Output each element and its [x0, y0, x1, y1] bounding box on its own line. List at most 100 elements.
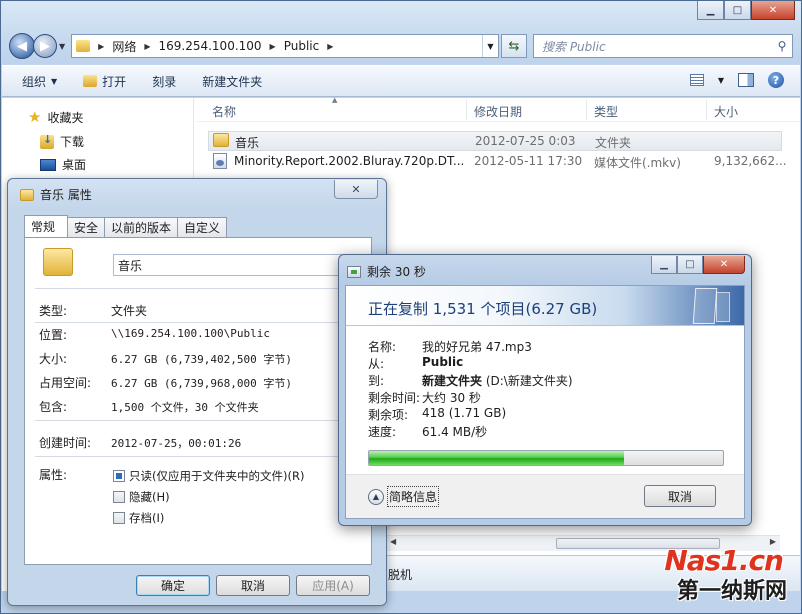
open-label: 打开: [102, 74, 127, 89]
folder-icon: [43, 248, 73, 276]
copy-headline: 正在复制 1,531 个项目(6.27 GB): [368, 300, 598, 318]
column-headers: ▲ 名称 修改日期 类型 大小: [196, 96, 800, 122]
file-name: 音乐: [235, 136, 260, 150]
address-history-dropdown[interactable]: ▼: [482, 35, 498, 57]
speed-value: 61.4 MB/秒: [422, 425, 488, 439]
maximize-button[interactable]: □: [677, 256, 703, 274]
command-bar: 组织 ▼ 打开 刻录 新建文件夹 ▼ ?: [2, 65, 800, 97]
scroll-left-icon[interactable]: ◀: [390, 537, 396, 546]
size-value: 6.27 GB (6,739,402,500 字节): [111, 353, 292, 366]
breadcrumb-network[interactable]: 网络: [112, 38, 136, 55]
close-button[interactable]: ✕: [751, 1, 795, 20]
copy-title: 剩余 30 秒: [367, 265, 426, 279]
to-label: 到:: [368, 374, 385, 388]
file-row[interactable]: Minority.Report.2002.Bluray.720p.DT... 2…: [208, 152, 787, 172]
created-value: 2012-07-25，00:01:26: [111, 437, 242, 450]
close-button[interactable]: ✕: [703, 256, 745, 274]
watermark-site-name: 第一纳斯网: [676, 579, 787, 604]
column-type[interactable]: 类型: [594, 103, 618, 120]
burn-button[interactable]: 刻录: [152, 73, 176, 90]
folder-icon: [213, 133, 229, 147]
change-view-icon[interactable]: [689, 74, 704, 86]
window-caption-buttons: ▁ □ ✕: [697, 1, 795, 20]
refresh-icon: ⇆: [508, 38, 520, 54]
file-type: 文件夹: [595, 136, 632, 150]
minimize-button[interactable]: ▁: [651, 256, 677, 274]
to-link[interactable]: 新建文件夹: [422, 374, 482, 388]
column-modified[interactable]: 修改日期: [474, 103, 522, 120]
close-button[interactable]: ✕: [334, 180, 378, 199]
properties-title: 音乐 属性: [40, 188, 92, 202]
from-value: Public: [422, 355, 463, 369]
chevron-up-icon: ▲: [368, 488, 384, 505]
organize-button[interactable]: 组织 ▼: [22, 73, 57, 90]
location-value: \\169.254.100.100\Public: [111, 327, 270, 340]
recent-pages-dropdown[interactable]: ▼: [59, 42, 65, 51]
properties-tabs: 常规 安全 以前的版本 自定义: [24, 215, 228, 237]
back-button[interactable]: ◀: [9, 33, 35, 59]
hidden-checkbox[interactable]: 隐藏(H): [113, 489, 170, 505]
archive-label: 存档(I): [129, 511, 165, 525]
cancel-copy-button[interactable]: 取消: [644, 485, 716, 507]
breadcrumb-separator-icon[interactable]: ▶: [144, 42, 150, 51]
view-options-chevron-icon[interactable]: ▼: [718, 76, 724, 85]
new-folder-button[interactable]: 新建文件夹: [202, 73, 262, 90]
type-value: 文件夹: [111, 304, 148, 318]
items-left-value: 418 (1.71 GB): [422, 406, 507, 420]
size-on-disk-value: 6.27 GB (6,739,968,000 字节): [111, 377, 292, 390]
properties-dialog: 音乐 属性 ✕ 常规 安全 以前的版本 自定义 音乐 类型: 文件夹 位置: \…: [7, 178, 387, 606]
location-label: 位置:: [39, 328, 68, 342]
speed-label: 速度:: [368, 425, 397, 439]
less-info-toggle[interactable]: ▲ 简略信息: [368, 486, 440, 507]
minimize-button[interactable]: ▁: [697, 1, 724, 20]
ok-button[interactable]: 确定: [136, 575, 210, 596]
folder-name-field[interactable]: 音乐: [113, 254, 361, 276]
nav-favorites[interactable]: ★ 收藏夹: [28, 108, 83, 126]
forward-button[interactable]: ▶: [33, 34, 57, 58]
sort-ascending-icon: ▲: [332, 96, 338, 104]
copy-footer: ▲ 简略信息 取消: [346, 474, 744, 518]
from-link[interactable]: Public: [422, 355, 463, 369]
search-icon[interactable]: ⚲: [772, 39, 792, 53]
help-icon[interactable]: ?: [768, 72, 784, 88]
nav-downloads[interactable]: 下载: [40, 133, 84, 150]
apply-button[interactable]: 应用(A): [296, 575, 370, 596]
decorative-glass-icon: [716, 292, 730, 322]
contains-value: 1,500 个文件，30 个文件夹: [111, 401, 259, 414]
contains-label: 包含:: [39, 400, 68, 414]
address-bar[interactable]: ▶ 网络 ▶ 169.254.100.100 ▶ Public ▶ ▼: [71, 34, 499, 58]
search-placeholder: 搜索 Public: [542, 39, 606, 54]
archive-checkbox[interactable]: 存档(I): [113, 510, 164, 526]
chevron-down-icon: ▼: [51, 76, 58, 86]
from-label: 从:: [368, 357, 385, 371]
open-button[interactable]: 打开: [83, 73, 126, 90]
new-folder-label: 新建文件夹: [202, 74, 263, 89]
breadcrumb-separator-icon[interactable]: ▶: [327, 42, 333, 51]
file-type: 媒体文件(.mkv): [594, 156, 681, 170]
column-name[interactable]: 名称: [212, 103, 236, 120]
breadcrumb-separator-icon[interactable]: ▶: [270, 42, 276, 51]
breadcrumb-host[interactable]: 169.254.100.100: [158, 39, 261, 53]
nav-desktop[interactable]: 桌面: [40, 156, 86, 173]
breadcrumb-separator-icon[interactable]: ▶: [98, 42, 104, 51]
open-folder-icon: [83, 75, 98, 87]
maximize-button[interactable]: □: [724, 1, 751, 20]
less-info-label: 简略信息: [387, 486, 440, 507]
checkbox-checked-icon: [113, 470, 125, 482]
readonly-checkbox[interactable]: 只读(仅应用于文件夹中的文件)(R): [113, 468, 304, 484]
refresh-button[interactable]: ⇆: [501, 34, 527, 58]
cancel-button[interactable]: 取消: [216, 575, 290, 596]
breadcrumb-public[interactable]: Public: [284, 39, 320, 53]
general-panel: 音乐 类型: 文件夹 位置: \\169.254.100.100\Public …: [24, 237, 372, 565]
media-file-icon: [213, 153, 227, 169]
column-size[interactable]: 大小: [714, 103, 738, 120]
search-input[interactable]: 搜索 Public ⚲: [533, 34, 793, 58]
preview-pane-icon[interactable]: [738, 73, 754, 87]
tab-security[interactable]: 安全: [67, 217, 106, 237]
tab-customize[interactable]: 自定义: [177, 217, 228, 237]
file-row[interactable]: 音乐 2012-07-25 0:03 文件夹: [208, 131, 782, 151]
tab-general[interactable]: 常规: [24, 215, 69, 237]
hidden-label: 隐藏(H): [129, 490, 170, 504]
tab-previous-versions[interactable]: 以前的版本: [104, 217, 179, 237]
file-name: Minority.Report.2002.Bluray.720p.DT...: [234, 154, 465, 168]
